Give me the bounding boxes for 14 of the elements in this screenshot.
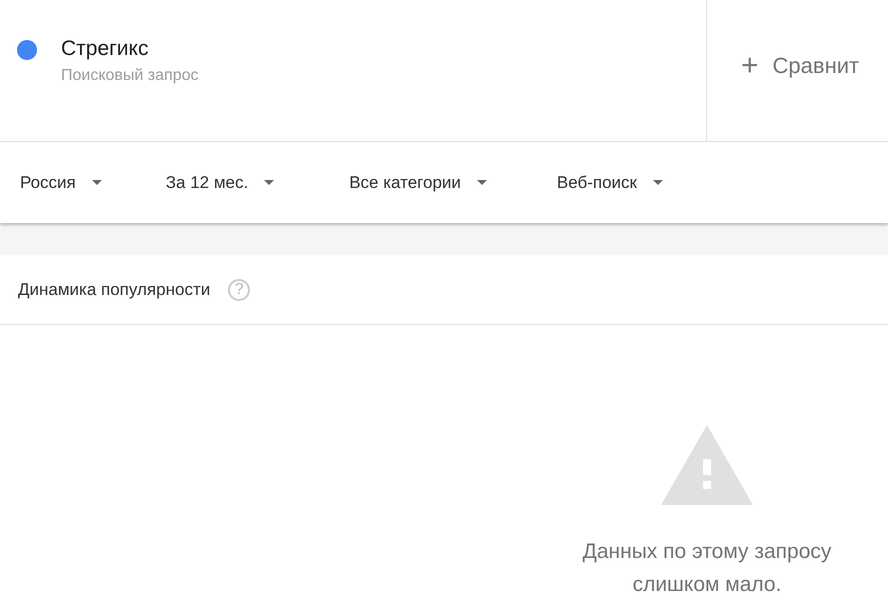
no-data-message: Данных по этому запросу слишком мало. <box>582 539 832 598</box>
filter-dropdown[interactable]: Все категории <box>349 172 487 192</box>
card-title: Динамика популярности <box>18 280 210 300</box>
caret-icon <box>264 180 274 185</box>
caret-icon <box>653 180 663 185</box>
filter-dropdown[interactable]: Россия <box>20 172 102 192</box>
filter-dropdown[interactable]: За 12 мес. <box>166 172 274 192</box>
compare-button[interactable]: + Сравнит <box>707 0 860 136</box>
caret-icon <box>92 180 102 185</box>
warning-icon <box>661 425 753 505</box>
search-term: Стрегикс <box>61 37 150 61</box>
caret-icon <box>476 180 487 185</box>
filter-dropdown[interactable]: Веб-поиск <box>556 172 663 192</box>
term-subtitle: Поисковый запрос <box>61 67 198 85</box>
